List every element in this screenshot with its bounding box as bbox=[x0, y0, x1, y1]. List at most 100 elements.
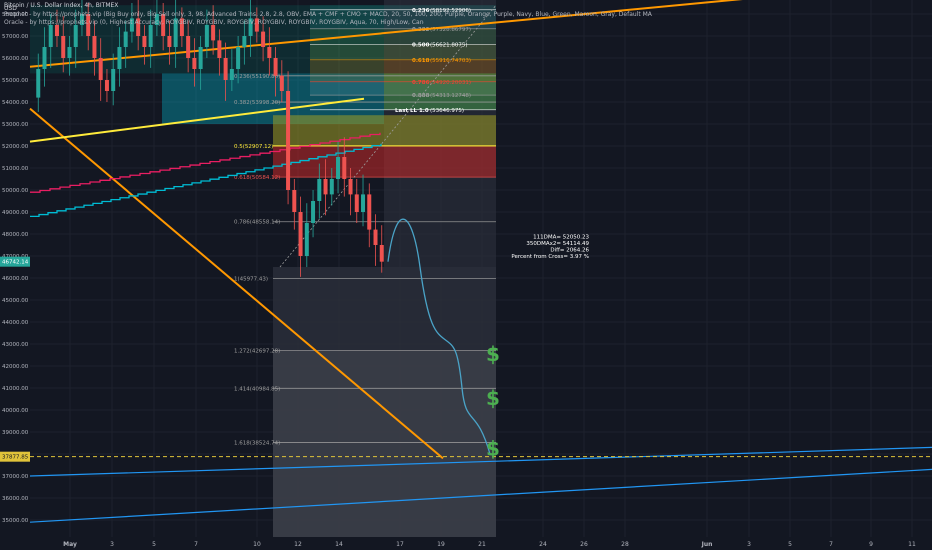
target-price-label: 37877.85 bbox=[2, 455, 29, 461]
time-tick-label: 11 bbox=[908, 541, 916, 548]
candle-body bbox=[236, 47, 241, 69]
fib-box-red bbox=[273, 145, 496, 178]
aqua-step-ma bbox=[30, 143, 382, 218]
time-tick-label: 7 bbox=[194, 541, 198, 548]
candle-body bbox=[198, 47, 203, 69]
stats-line: Percent from Cross= 3.97 % bbox=[511, 254, 589, 260]
fib-ext-label: 1(45977.43) bbox=[234, 276, 268, 282]
price-tick-label: 36000.00 bbox=[2, 496, 29, 502]
time-tick-label: 3 bbox=[110, 541, 114, 548]
time-tick-label: 5 bbox=[152, 541, 156, 548]
price-tick-label: 53000.00 bbox=[2, 122, 29, 128]
candle-body bbox=[348, 179, 353, 195]
price-tick-label: 35000.00 bbox=[2, 518, 29, 524]
fib-ext-label: 0.382(53998.20) bbox=[234, 100, 280, 106]
candle-body bbox=[148, 25, 153, 47]
candle-body bbox=[373, 229, 378, 245]
time-tick-label: 5 bbox=[788, 541, 792, 548]
time-tick-label: 21 bbox=[478, 541, 486, 548]
stats-line: 350DMAx2= 54114.49 bbox=[526, 241, 589, 247]
fib-level-value: (53646.975) bbox=[430, 108, 464, 114]
price-tick-label: 52000.00 bbox=[2, 144, 29, 150]
fib-level-value: (54920.20031) bbox=[430, 80, 471, 86]
fib-ext-label: 0.786(48558.14) bbox=[234, 220, 280, 226]
study-prophet-label[interactable]: Prophet - by https://prophets.vip (Big B… bbox=[4, 11, 654, 18]
candle-body bbox=[379, 245, 384, 262]
fib-ext-label: 0.236(55190.80) bbox=[234, 74, 280, 80]
candle-body bbox=[286, 91, 291, 190]
price-tick-label: 51000.00 bbox=[2, 166, 29, 172]
time-tick-label: 7 bbox=[829, 541, 833, 548]
candle-body bbox=[323, 179, 328, 195]
price-tick-label: 43000.00 bbox=[2, 342, 29, 348]
candle-body bbox=[186, 36, 191, 58]
price-tick-label: 39000.00 bbox=[2, 430, 29, 436]
symbol-title: Bitcoin / U.S. Dollar Index, 4h, BITMEX bbox=[4, 2, 119, 9]
price-tick-label: 48000.00 bbox=[2, 232, 29, 238]
fib-level-value: (56621.8075) bbox=[430, 42, 468, 48]
fib-box-olive bbox=[273, 115, 496, 146]
dollar-signal-icon: $ bbox=[486, 437, 500, 461]
candle-body bbox=[211, 25, 216, 41]
candle-body bbox=[217, 40, 222, 58]
candle-body bbox=[167, 36, 172, 47]
candle-body bbox=[273, 58, 278, 76]
candle-body bbox=[61, 36, 66, 58]
candle-body bbox=[242, 36, 247, 47]
price-tick-label: 46000.00 bbox=[2, 276, 29, 282]
price-tick-label: 40000.00 bbox=[2, 408, 29, 414]
price-tick-label: 50000.00 bbox=[2, 188, 29, 194]
candle-body bbox=[317, 179, 322, 201]
candle-body bbox=[73, 25, 78, 47]
stats-line: Diff= 2064.26 bbox=[550, 247, 589, 253]
candle-body bbox=[304, 223, 309, 256]
chart-root: 0.236(55190.80) 0.382(53998.20) 0.5(52907.… bbox=[0, 0, 932, 550]
price-tick-label: 37000.00 bbox=[2, 474, 29, 480]
fib-ext-label: 1.414(40984.85) bbox=[234, 386, 280, 392]
candle-body bbox=[36, 69, 41, 98]
candle-body bbox=[48, 25, 53, 47]
candle-body bbox=[298, 212, 303, 256]
candle-body bbox=[192, 58, 197, 69]
candle-body bbox=[104, 80, 109, 91]
fib-level-value: (55916.74703) bbox=[430, 58, 471, 64]
fib-level-value: (54313.12748) bbox=[430, 93, 471, 99]
time-tick-label: Jun bbox=[701, 541, 713, 548]
fib-level-name: 0.786 bbox=[412, 80, 430, 86]
candle-body bbox=[204, 25, 209, 47]
time-tick-label: 17 bbox=[396, 541, 404, 548]
dollar-markers: $ $ $ bbox=[486, 342, 500, 461]
candle-body bbox=[117, 47, 122, 69]
fib-level-name: Last LL 1.0 bbox=[395, 108, 429, 114]
candle-body bbox=[92, 36, 97, 58]
time-tick-label: 19 bbox=[437, 541, 445, 548]
candle-body bbox=[54, 25, 59, 36]
price-tick-label: 45000.00 bbox=[2, 298, 29, 304]
time-tick-label: 14 bbox=[335, 541, 343, 548]
study-oracle-label[interactable]: Oracle - by https://prophets.vip (0, Hig… bbox=[4, 19, 424, 26]
time-tick-label: May bbox=[63, 541, 77, 548]
time-tick-label: 26 bbox=[580, 541, 588, 548]
stats-box: 111DMA= 52050.23350DMAx2= 54114.49Diff= … bbox=[511, 234, 589, 260]
candle-body bbox=[367, 194, 372, 230]
dollar-signal-icon: $ bbox=[486, 342, 500, 366]
candle-body bbox=[67, 47, 72, 58]
price-tick-label: 55000.00 bbox=[2, 78, 29, 84]
candle-body bbox=[223, 58, 228, 80]
stats-line: 111DMA= 52050.23 bbox=[533, 234, 589, 240]
price-tick-label: 54000.00 bbox=[2, 100, 29, 106]
candle-body bbox=[229, 69, 234, 80]
fib-ext-label: 1.272(42697.28) bbox=[234, 349, 280, 355]
price-tick-label: 49000.00 bbox=[2, 210, 29, 216]
candle-body bbox=[123, 31, 128, 47]
price-tick-label: 56000.00 bbox=[2, 56, 29, 62]
candle-body bbox=[354, 194, 359, 212]
candle-body bbox=[111, 69, 116, 91]
candle-body bbox=[292, 190, 297, 212]
price-tick-label: 42000.00 bbox=[2, 364, 29, 370]
extension-zone-shade bbox=[273, 350, 496, 537]
candle-body bbox=[311, 201, 316, 223]
time-tick-label: 24 bbox=[539, 541, 547, 548]
fib-ext-label: 0.618(50584.12) bbox=[234, 175, 280, 181]
chart-canvas[interactable]: 0.236(55190.80) 0.382(53998.20) 0.5(52907.… bbox=[0, 0, 932, 550]
